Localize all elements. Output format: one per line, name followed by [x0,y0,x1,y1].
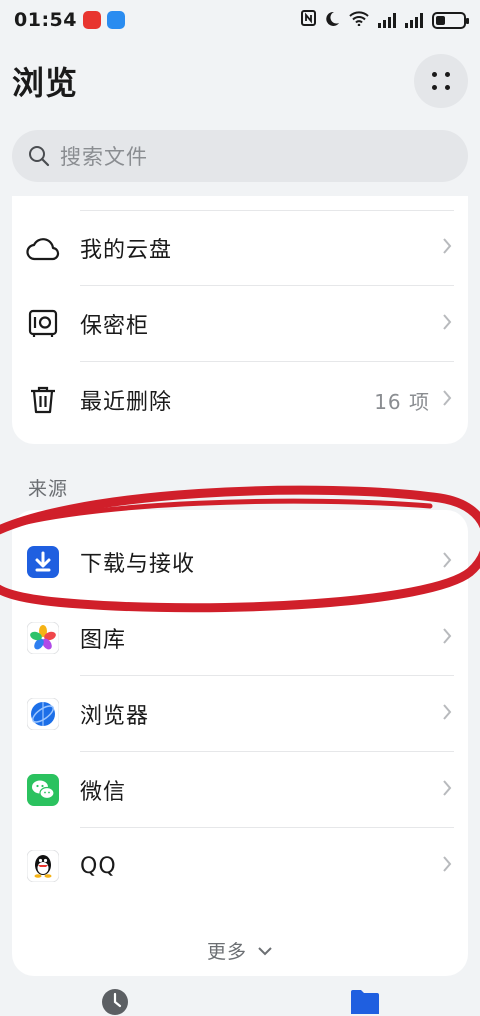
location-item-label: 最近删除 [80,390,173,415]
grid-dots-icon [432,72,450,90]
wechat-icon [26,773,60,807]
status-bar: 01:54 [0,0,480,40]
message-icon [106,11,125,29]
location-item-label: 我的云盘 [80,238,173,263]
more-sources-button[interactable]: 更多 [12,930,468,970]
nfc-icon [301,10,316,30]
locations-card: 我的云盘 保密柜 最近删除 16 项 [12,196,468,444]
battery-icon [432,11,469,29]
browser-icon [26,697,60,731]
source-item-downloads[interactable]: 下载与接收 [12,524,468,600]
source-item-gallery[interactable]: 图库 [12,600,468,676]
folder-icon[interactable] [349,988,381,1016]
chevron-right-icon [442,779,452,801]
signal-icon [405,12,423,28]
clock-icon[interactable] [101,988,129,1016]
bottom-nav [0,982,480,1016]
chevron-right-icon [442,627,452,649]
source-item-label: 图库 [80,628,127,653]
chevron-right-icon [442,237,452,259]
location-item-safe[interactable]: 保密柜 [12,286,468,362]
status-icons [301,10,469,30]
source-item-label: 微信 [80,780,127,805]
location-item-label: 保密柜 [80,314,150,339]
more-options-button[interactable] [414,54,468,108]
page-title: 浏览 [12,64,79,102]
source-item-label: 浏览器 [80,704,150,729]
taobao-icon [82,11,101,29]
section-label-sources: 来源 [28,478,69,500]
source-item-label: 下载与接收 [80,552,196,577]
more-label: 更多 [206,940,247,963]
trash-icon [26,383,60,417]
cloud-icon [26,231,60,265]
search-placeholder: 搜索文件 [60,145,148,169]
sources-card: 下载与接收 图库 浏览器 微信 QQ 更多 [12,510,468,976]
status-time: 01:54 [14,9,77,31]
source-item-label: QQ [80,853,117,879]
source-item-qq[interactable]: QQ [12,828,468,904]
moon-icon [325,11,340,30]
chevron-right-icon [442,855,452,877]
location-item-cloud[interactable]: 我的云盘 [12,210,468,286]
signal-icon [378,12,396,28]
battery-level [436,15,446,25]
search-icon [29,146,50,167]
gallery-icon [26,621,60,655]
chevron-right-icon [442,389,452,411]
chevron-right-icon [442,313,452,335]
chevron-right-icon [442,703,452,725]
chevron-right-icon [442,551,452,573]
download-icon [26,545,60,579]
source-item-wechat[interactable]: 微信 [12,752,468,828]
search-input[interactable]: 搜索文件 [12,130,468,182]
chevron-down-icon [257,941,273,960]
trash-count: 16 项 [374,389,430,414]
safe-icon [26,307,60,341]
source-item-browser[interactable]: 浏览器 [12,676,468,752]
location-item-trash[interactable]: 最近删除 16 项 [12,362,468,438]
qq-icon [26,849,60,883]
wifi-icon [349,10,369,30]
